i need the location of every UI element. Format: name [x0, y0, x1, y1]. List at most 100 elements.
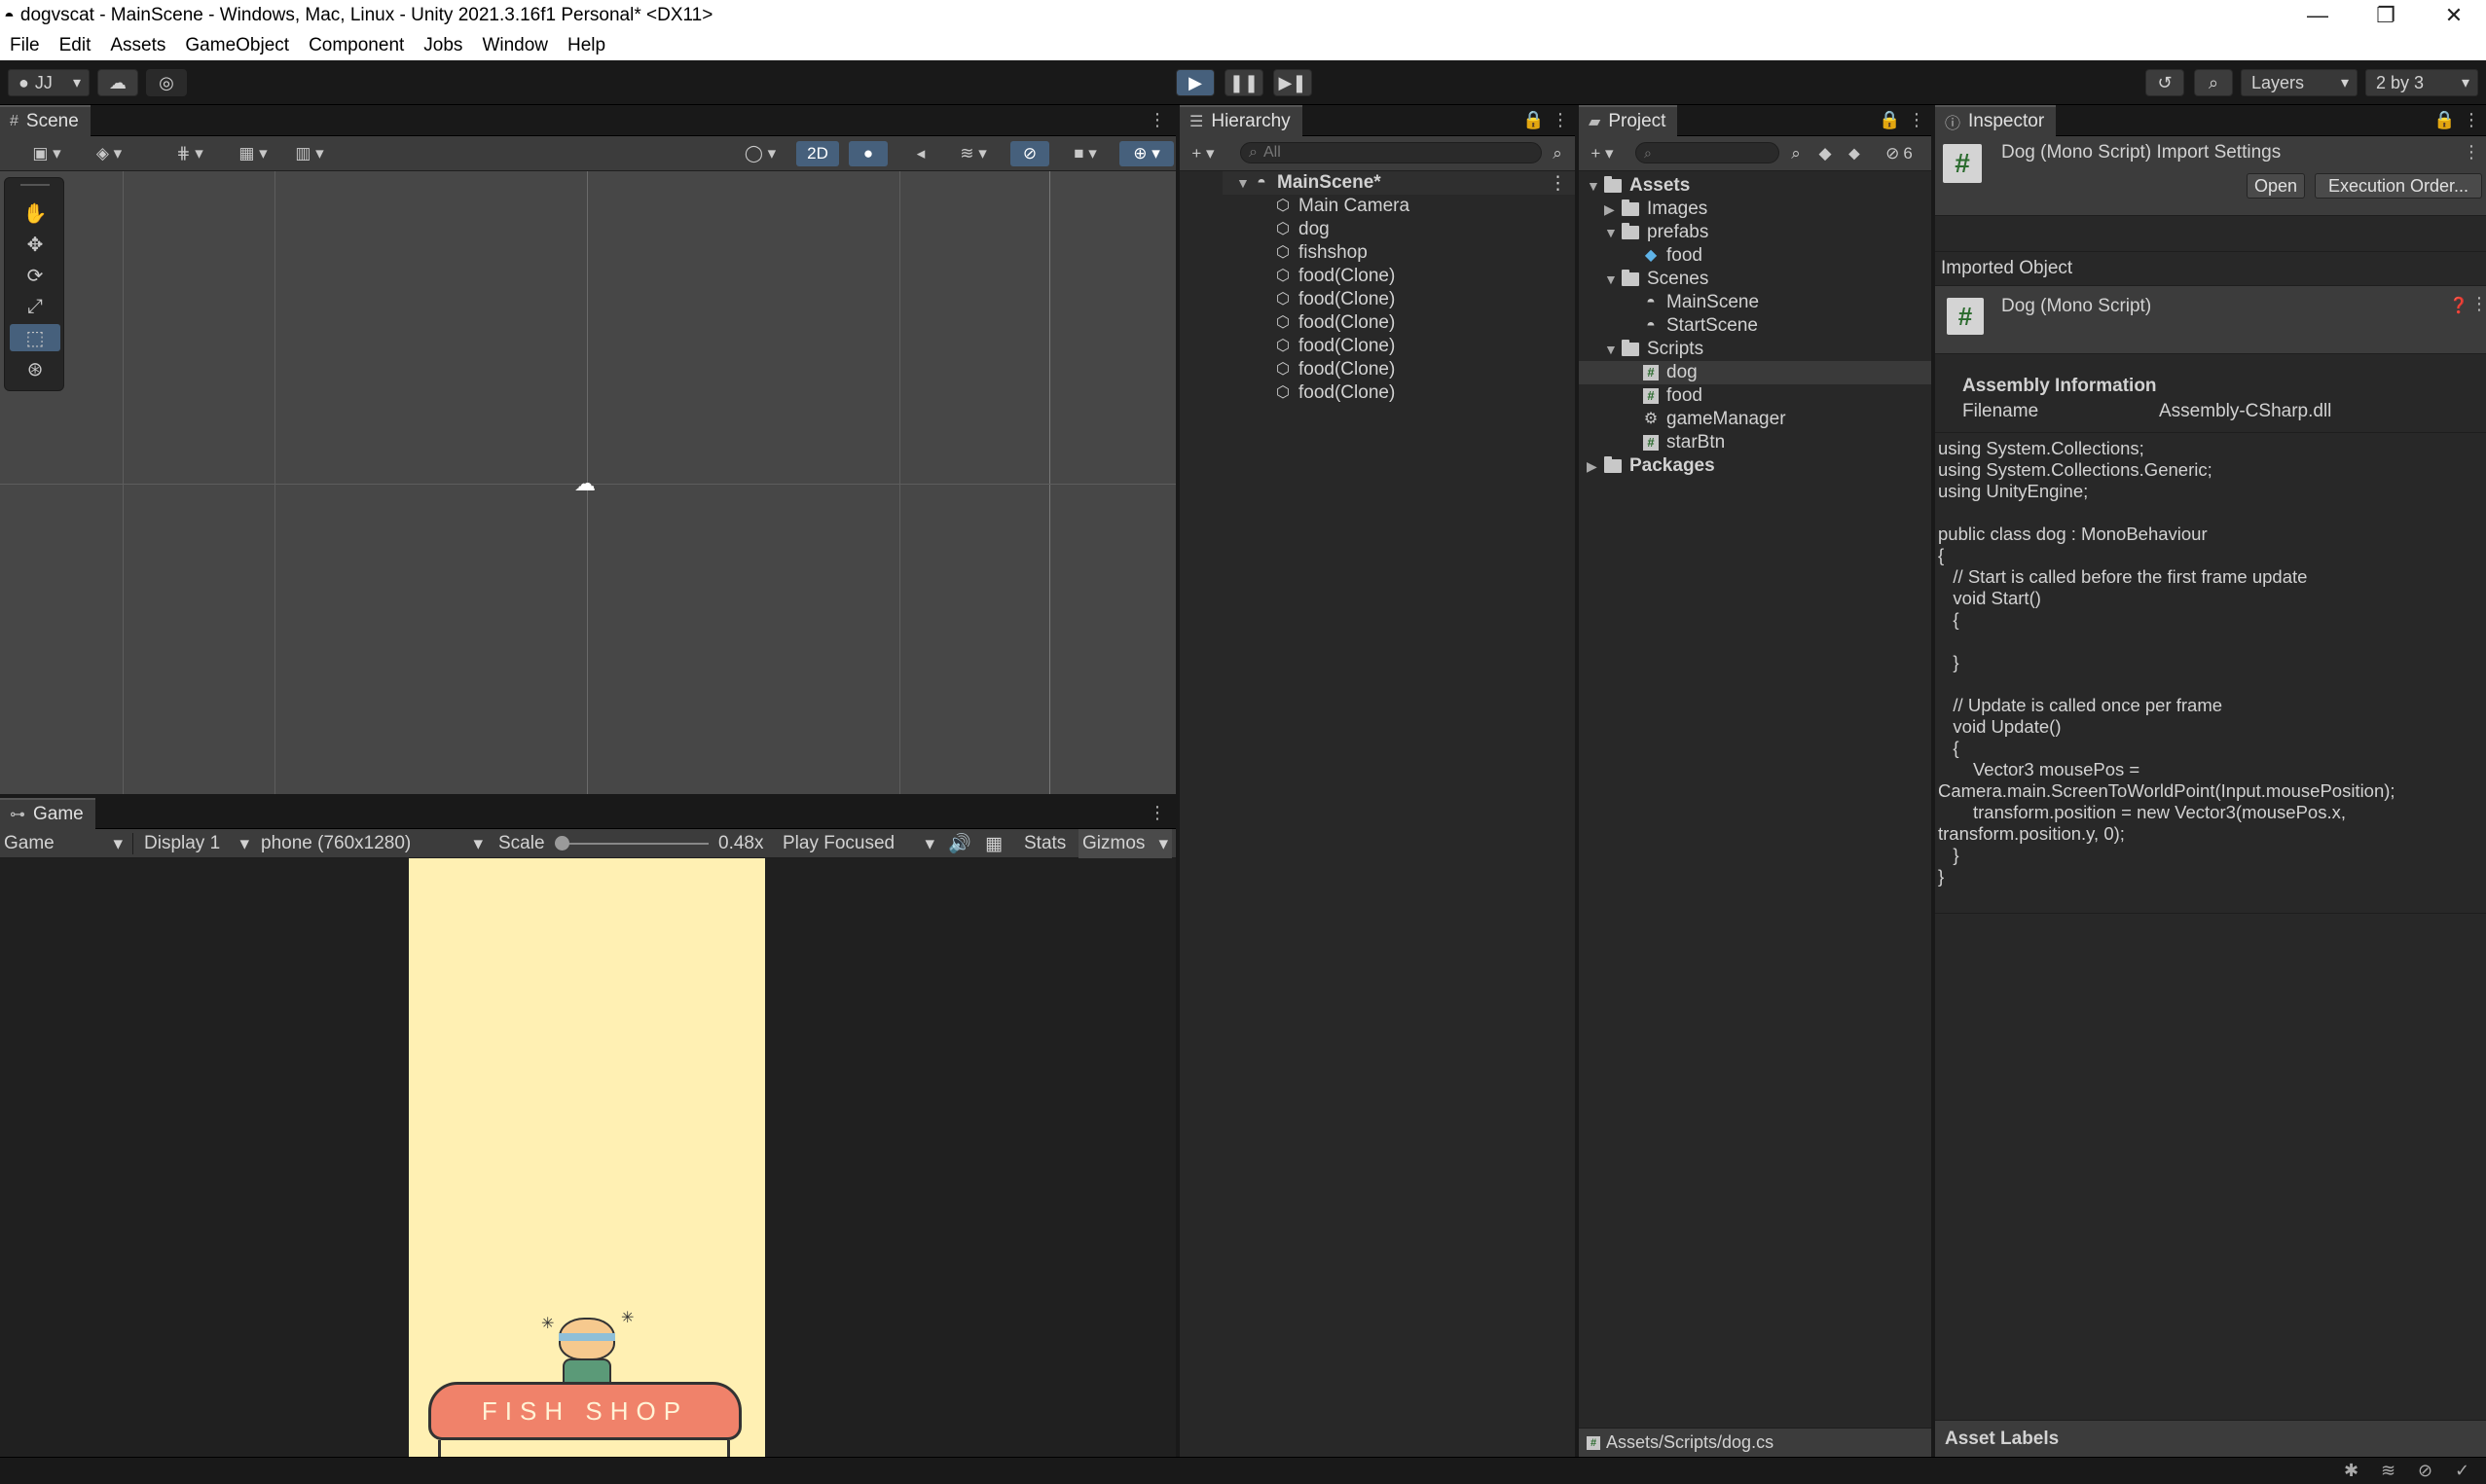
tab-scene[interactable]: # Scene [0, 105, 91, 136]
menu-edit[interactable]: Edit [59, 35, 91, 56]
grid-snap-dropdown[interactable]: ▦ ▾ [228, 141, 278, 166]
network-icon[interactable]: ⊘ [2418, 1461, 2432, 1481]
asset-mainscene[interactable]: ◓ MainScene [1579, 291, 1759, 314]
stats-button[interactable]: Stats [1024, 829, 1066, 858]
asset-starbtn-script[interactable]: # starBtn [1579, 431, 1725, 454]
hand-tool[interactable]: ✋ [10, 199, 60, 227]
2d-toggle[interactable]: 2D [796, 141, 839, 166]
draw-mode-dropdown[interactable]: ▣ ▾ [21, 141, 72, 166]
game-view-dropdown[interactable]: Game ▾ [4, 829, 127, 858]
scene-menu-icon[interactable]: ⋮ [1149, 110, 1166, 130]
effects-dropdown[interactable]: ≋ ▾ [946, 141, 1001, 166]
game-viewport[interactable]: ✳ ✳ FISH SHOP [0, 858, 1176, 1457]
asset-dog-script[interactable]: # dog [1579, 361, 1931, 384]
hierarchy-menu-icon[interactable]: ⋮ [1552, 110, 1569, 130]
menu-component[interactable]: Component [309, 35, 404, 56]
lock-icon[interactable]: 🔒 [1879, 110, 1900, 130]
project-search-input[interactable]: ⌕ [1635, 142, 1779, 163]
asset-food-script[interactable]: # food [1579, 384, 1702, 408]
history-button[interactable]: ↺ [2145, 69, 2184, 96]
hidden-packages-toggle[interactable]: ⊘ 6 [1871, 141, 1927, 166]
list-item[interactable]: ⬡ food(Clone) [1223, 311, 1395, 335]
maximize-button[interactable]: ❐ [2352, 0, 2420, 31]
increment-snap-dropdown[interactable]: ▥ ▾ [284, 141, 335, 166]
list-item[interactable]: ⬡ food(Clone) [1223, 358, 1395, 381]
global-toggle-dropdown[interactable]: ◈ ▾ [84, 141, 134, 166]
tab-project[interactable]: ▰ Project [1579, 105, 1678, 136]
list-item[interactable]: ⬡ dog [1223, 218, 1330, 241]
help-icon[interactable]: ❓ [2449, 296, 2468, 315]
camera-dropdown[interactable]: ■ ▾ [1057, 141, 1114, 166]
hidden-toggle[interactable]: ⊘ [1010, 141, 1049, 166]
account-dropdown[interactable]: ● JJ [8, 69, 90, 96]
play-mode-dropdown[interactable]: Play Focused ▾ [783, 829, 934, 858]
tab-inspector[interactable]: ⓘ Inspector [1935, 105, 2057, 136]
create-dropdown[interactable]: + ▾ [1184, 141, 1223, 166]
move-tool[interactable]: ✥ [10, 231, 60, 258]
snap-dropdown[interactable]: ⋕ ▾ [164, 141, 216, 166]
header-menu-icon[interactable]: ⋮ [2463, 142, 2480, 163]
menu-gameobject[interactable]: GameObject [185, 35, 289, 56]
folder-images[interactable]: ▶ Images [1579, 198, 1707, 221]
search-by-type-button[interactable]: ⌕ [1544, 141, 1571, 166]
layout-toggle-button[interactable]: ▦ [985, 829, 1003, 858]
folder-packages[interactable]: ▶ Packages [1579, 454, 1715, 478]
tab-hierarchy[interactable]: ☰ Hierarchy [1180, 105, 1302, 136]
menu-assets[interactable]: Assets [110, 35, 165, 56]
list-item[interactable]: ⬡ food(Clone) [1223, 381, 1395, 405]
list-item[interactable]: ⬡ food(Clone) [1223, 335, 1395, 358]
folder-scenes[interactable]: ▼ Scenes [1579, 268, 1708, 291]
collab-button[interactable]: ◎ [146, 69, 187, 96]
search-scene-button[interactable]: ⌕ [1783, 141, 1809, 166]
list-item[interactable]: ⬡ food(Clone) [1223, 288, 1395, 311]
search-button[interactable]: ⌕ [2194, 69, 2233, 96]
tab-game[interactable]: ⊶ Game [0, 798, 95, 829]
menu-window[interactable]: Window [482, 35, 548, 56]
asset-food-prefab[interactable]: ◆ food [1579, 244, 1702, 268]
scene-viewport[interactable]: ☁ ✋ ✥ ⟳ ⤢ ⬚ ⊛ [0, 171, 1176, 794]
project-menu-icon[interactable]: ⋮ [1908, 110, 1925, 130]
scene-menu-icon[interactable]: ⋮ [1549, 172, 1567, 195]
scale-slider-thumb[interactable] [555, 836, 569, 851]
lighting-toggle[interactable]: ● [849, 141, 888, 166]
list-item[interactable]: ⬡ food(Clone) [1223, 265, 1395, 288]
rotate-tool[interactable]: ⟳ [10, 262, 60, 289]
asset-labels-section[interactable]: Asset Labels [1935, 1420, 2486, 1457]
shading-dropdown[interactable]: ◯ ▾ [736, 141, 785, 166]
layers-icon[interactable]: ≋ [2381, 1461, 2395, 1481]
layers-dropdown[interactable]: Layers [2241, 69, 2358, 96]
check-icon[interactable]: ✓ [2455, 1461, 2469, 1481]
scale-tool[interactable]: ⤢ [10, 293, 60, 320]
transform-tool[interactable]: ⊛ [10, 355, 60, 382]
debug-icon[interactable]: ✱ [2344, 1461, 2358, 1481]
object-menu-icon[interactable]: ⋮ [2470, 294, 2486, 314]
scale-slider[interactable] [559, 843, 709, 845]
gizmos-toggle[interactable]: Gizmos ▾ [1078, 829, 1172, 858]
expand-arrow-icon[interactable]: ▼ [1604, 342, 1622, 357]
cloud-button[interactable]: ☁ [97, 69, 138, 96]
expand-arrow-icon[interactable]: ▼ [1236, 175, 1254, 191]
minimize-button[interactable]: — [2284, 0, 2352, 31]
filter-label-button[interactable]: ⬥ [1842, 141, 1867, 166]
expand-arrow-icon[interactable]: ▼ [1604, 271, 1622, 287]
create-asset-dropdown[interactable]: + ▾ [1583, 141, 1622, 166]
menu-jobs[interactable]: Jobs [423, 35, 462, 56]
folder-prefabs[interactable]: ▼ prefabs [1579, 221, 1708, 244]
asset-startscene[interactable]: ◓ StartScene [1579, 314, 1758, 338]
lock-icon[interactable]: 🔒 [1522, 110, 1544, 130]
resolution-dropdown[interactable]: phone (760x1280) ▾ [261, 829, 483, 858]
layout-dropdown[interactable]: 2 by 3 [2365, 69, 2478, 96]
expand-arrow-icon[interactable]: ▼ [1587, 178, 1604, 194]
filter-type-button[interactable]: ◆ [1812, 141, 1838, 166]
list-item[interactable]: ⬡ fishshop [1223, 241, 1368, 265]
game-menu-icon[interactable]: ⋮ [1149, 803, 1166, 823]
rect-tool[interactable]: ⬚ [10, 324, 60, 351]
list-item[interactable]: ⬡ Main Camera [1223, 195, 1409, 218]
scene-row[interactable]: ▼ ◓ MainScene* ⋮ [1223, 171, 1575, 195]
open-button[interactable]: Open [2247, 173, 2305, 199]
expand-arrow-icon[interactable]: ▶ [1587, 458, 1604, 475]
audio-toggle[interactable]: ◂ [901, 141, 940, 166]
mute-audio-button[interactable]: 🔊 [948, 829, 971, 858]
expand-arrow-icon[interactable]: ▼ [1604, 225, 1622, 240]
step-button[interactable]: ▶❚ [1273, 69, 1312, 96]
